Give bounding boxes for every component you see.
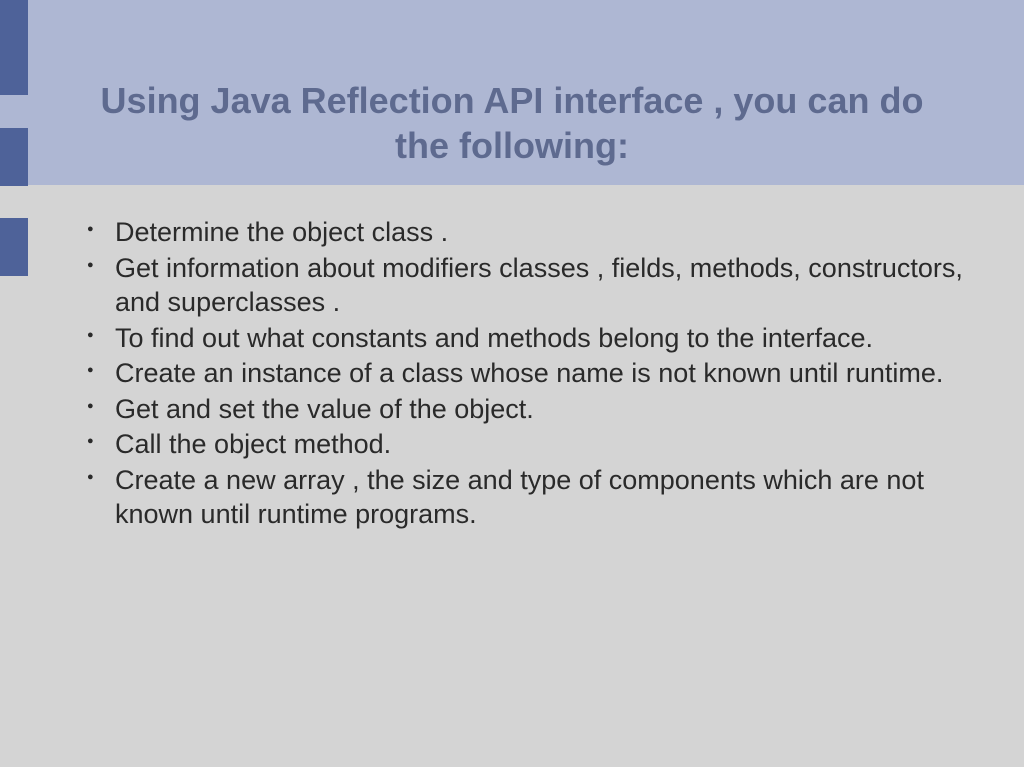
bullet-item: To find out what constants and methods b…	[75, 321, 975, 356]
side-accent-3	[0, 218, 28, 276]
bullet-item: Determine the object class .	[75, 215, 975, 250]
slide-title: Using Java Reflection API interface , yo…	[100, 78, 924, 168]
bullet-list: Determine the object class . Get informa…	[75, 215, 975, 532]
bullet-item: Call the object method.	[75, 427, 975, 462]
bullet-item: Create a new array , the size and type o…	[75, 463, 975, 532]
bullet-item: Create an instance of a class whose name…	[75, 356, 975, 391]
slide-container: Using Java Reflection API interface , yo…	[0, 0, 1024, 767]
side-accent-1	[0, 0, 28, 95]
bullet-item: Get and set the value of the object.	[75, 392, 975, 427]
bullet-item: Get information about modifiers classes …	[75, 251, 975, 320]
side-accent-2	[0, 128, 28, 186]
slide-content: Determine the object class . Get informa…	[75, 215, 975, 533]
